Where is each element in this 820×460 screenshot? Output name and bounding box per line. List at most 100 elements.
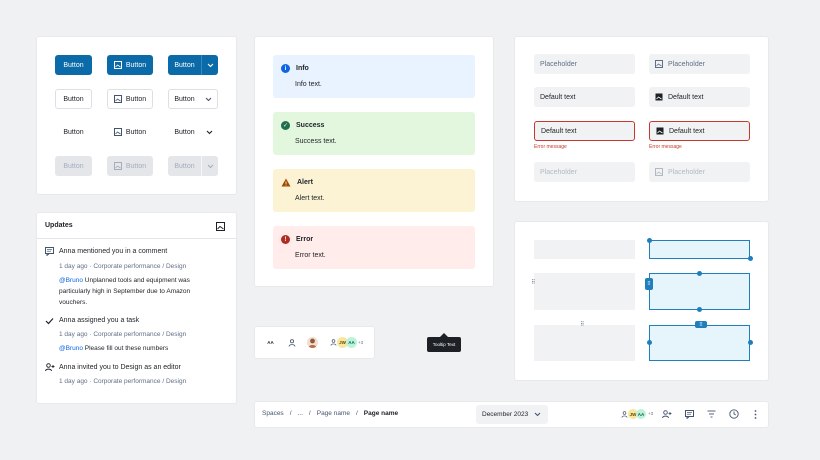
comment-icon bbox=[45, 247, 54, 256]
drag-handle-icon[interactable]: ⠿ bbox=[580, 321, 584, 328]
text-field-filled[interactable]: Default text bbox=[534, 87, 635, 107]
alerts-card: i Info Info text. ✓ Success Success text. … bbox=[255, 37, 493, 286]
split-dropdown[interactable] bbox=[200, 90, 217, 108]
update-meta: 1 day ago · Corporate performance / Desi… bbox=[59, 263, 187, 270]
person-icon[interactable] bbox=[288, 339, 296, 347]
breadcrumb-item[interactable]: Page name bbox=[317, 410, 350, 417]
update-detail: @Bruno Unplanned tools and equipment was… bbox=[59, 275, 209, 308]
page-header-bar: Spaces / ... / Page name / Page name Dec… bbox=[255, 402, 768, 427]
avatar[interactable]: AA bbox=[636, 409, 646, 419]
avatar-photo[interactable] bbox=[307, 337, 318, 348]
field-value: Default text bbox=[668, 93, 704, 101]
primary-icon-button[interactable]: Button bbox=[107, 55, 153, 75]
field-value: Default text bbox=[541, 127, 577, 135]
info-icon: i bbox=[281, 64, 290, 73]
primary-split-button[interactable]: Button bbox=[168, 55, 218, 75]
split-dropdown bbox=[201, 156, 218, 176]
button-label: Button bbox=[125, 162, 147, 170]
split-main[interactable]: Button bbox=[168, 122, 201, 142]
drag-handle-icon[interactable]: ⠿ bbox=[695, 321, 707, 328]
more-vertical-icon[interactable] bbox=[754, 410, 757, 419]
drag-handle-icon[interactable]: ⠿ bbox=[645, 278, 653, 290]
photo-icon bbox=[308, 338, 317, 348]
outline-split-button[interactable]: Button bbox=[168, 89, 218, 109]
block-placeholder[interactable] bbox=[534, 273, 635, 310]
alert-body: Success text. bbox=[295, 138, 337, 145]
resize-handle[interactable] bbox=[647, 238, 652, 243]
text-field-disabled-icon: Placeholder bbox=[649, 162, 750, 182]
split-dropdown[interactable] bbox=[201, 122, 218, 142]
info-alert: i Info Info text. bbox=[273, 55, 475, 98]
filter-icon[interactable] bbox=[707, 410, 716, 418]
person-icon[interactable] bbox=[621, 411, 628, 418]
breadcrumb-item[interactable]: ... bbox=[298, 410, 303, 417]
button-label: Button bbox=[125, 61, 147, 69]
text-field-filled-icon[interactable]: Default text bbox=[649, 87, 750, 107]
button-label: Button bbox=[125, 95, 147, 103]
split-main[interactable]: Button bbox=[168, 55, 201, 75]
button-label: Button bbox=[174, 95, 195, 103]
warning-alert: ! Alert Alert text. bbox=[273, 169, 475, 212]
image-icon bbox=[655, 168, 663, 176]
subtle-icon-button[interactable]: Button bbox=[107, 122, 153, 142]
breadcrumb-item[interactable]: Spaces bbox=[262, 410, 284, 417]
split-dropdown[interactable] bbox=[201, 55, 218, 75]
subtle-split-button[interactable]: Button bbox=[168, 122, 218, 142]
resize-handle[interactable] bbox=[647, 340, 652, 345]
block-placeholder[interactable] bbox=[534, 240, 635, 259]
avatar-overflow-count[interactable]: +3 bbox=[648, 411, 653, 416]
text-field-placeholder[interactable]: Placeholder bbox=[534, 54, 635, 74]
updates-card: Updates Anna mentioned you in a comment … bbox=[37, 213, 236, 403]
avatar[interactable]: AA bbox=[265, 337, 276, 348]
update-text: Anna mentioned you in a comment bbox=[59, 248, 168, 255]
updates-title: Updates bbox=[45, 222, 73, 229]
alert-title: Error bbox=[296, 236, 314, 243]
drag-handle-icon[interactable]: ⠿ bbox=[531, 279, 535, 286]
block-selected[interactable] bbox=[649, 240, 750, 259]
mention-link[interactable]: @Bruno bbox=[59, 345, 83, 352]
update-detail-text: Please fill out these numbers bbox=[82, 345, 169, 352]
image-icon bbox=[113, 128, 122, 136]
primary-button[interactable]: Button bbox=[55, 55, 92, 75]
avatar[interactable]: AA bbox=[346, 337, 357, 348]
block-selected[interactable] bbox=[649, 273, 750, 310]
text-field-error-icon[interactable]: Default text bbox=[649, 121, 750, 141]
chevron-down-icon bbox=[207, 164, 213, 168]
text-field-placeholder-icon[interactable]: Placeholder bbox=[649, 54, 750, 74]
date-value: December 2023 bbox=[482, 411, 529, 418]
image-icon bbox=[656, 127, 664, 135]
resize-handle[interactable] bbox=[697, 307, 702, 312]
breadcrumb-separator: / bbox=[308, 410, 311, 417]
subtle-button[interactable]: Button bbox=[55, 122, 92, 142]
alert-title: Alert bbox=[297, 179, 313, 186]
date-dropdown[interactable]: December 2023 bbox=[476, 405, 548, 424]
breadcrumb: Spaces / ... / Page name / Page name bbox=[262, 410, 398, 417]
text-field-error[interactable]: Default text bbox=[534, 121, 635, 141]
mention-link[interactable]: @Bruno bbox=[59, 277, 83, 284]
resize-handle[interactable] bbox=[697, 271, 702, 276]
resize-handle[interactable] bbox=[748, 256, 753, 261]
outline-icon-button[interactable]: Button bbox=[107, 89, 153, 109]
comment-icon[interactable] bbox=[685, 410, 694, 419]
block-selected[interactable] bbox=[649, 325, 750, 361]
split-main[interactable]: Button bbox=[169, 90, 200, 108]
image-icon bbox=[113, 162, 122, 170]
clock-icon[interactable] bbox=[729, 409, 739, 419]
outline-button[interactable]: Button bbox=[55, 89, 92, 109]
person-icon[interactable] bbox=[330, 339, 337, 346]
update-meta: 1 day ago · Corporate performance / Desi… bbox=[59, 378, 187, 385]
image-icon bbox=[113, 95, 122, 103]
add-person-icon[interactable] bbox=[662, 410, 672, 419]
button-label: Button bbox=[63, 61, 84, 69]
chevron-down-icon bbox=[206, 130, 213, 134]
breadcrumb-separator: / bbox=[355, 410, 358, 417]
image-icon[interactable] bbox=[216, 222, 225, 231]
update-text: Anna invited you to Design as an editor bbox=[59, 364, 181, 371]
field-value: Default text bbox=[669, 127, 705, 135]
alert-body: Info text. bbox=[295, 81, 322, 88]
block-placeholder[interactable] bbox=[534, 325, 635, 361]
resize-handle[interactable] bbox=[748, 340, 753, 345]
alert-title: Success bbox=[296, 122, 325, 129]
avatar-overflow-count[interactable]: +3 bbox=[358, 340, 363, 345]
tooltip: Tooltip Text bbox=[427, 337, 461, 352]
